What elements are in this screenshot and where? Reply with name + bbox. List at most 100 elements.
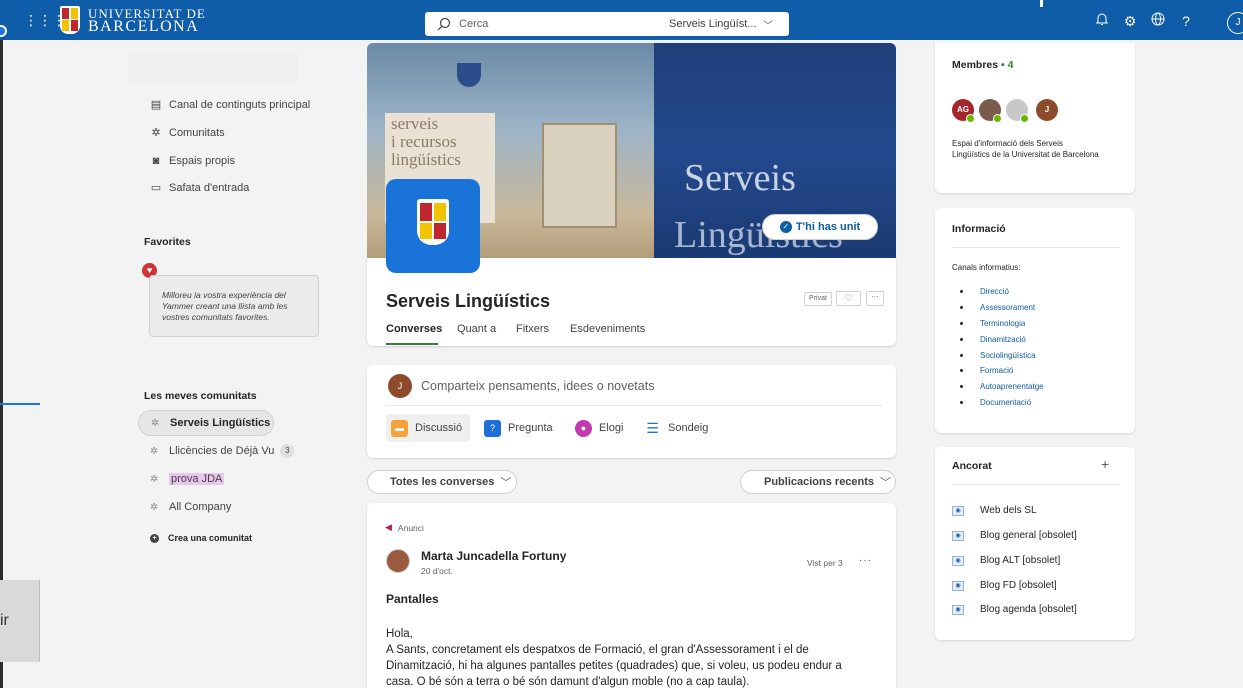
composer-input[interactable]: Comparteix pensaments, idees o novetats (421, 379, 654, 393)
info-link[interactable]: Formació (960, 363, 1044, 379)
members-title[interactable]: Membres • 4 (952, 59, 1013, 71)
pinned-title: Ancorat (952, 460, 992, 472)
member-avatar[interactable]: J (1036, 99, 1058, 121)
type-label: Elogi (599, 422, 624, 434)
pinned-item[interactable]: ◉ Blog FD [obsolet] (952, 580, 1057, 591)
cover-banner-text: serveis i recursos lingüístics (391, 114, 461, 169)
left-edge-panel: ir (0, 580, 40, 662)
add-pin-button[interactable]: + (1101, 456, 1109, 472)
search-scope[interactable]: Serveis Lingüíst... (669, 18, 756, 30)
header-actions: ⚙ ? (1088, 12, 1200, 30)
left-edge-line (0, 403, 40, 405)
presence-dot (993, 114, 1002, 123)
info-link[interactable]: Autoaprenentatge (960, 379, 1044, 395)
create-community-button[interactable]: + Crea una comunitat (150, 533, 252, 543)
community-label: All Company (169, 501, 232, 513)
sort-dropdown[interactable]: Publicacions recents ﹀ (740, 470, 896, 494)
more-options-button[interactable]: ··· (866, 291, 884, 306)
tab-quant-a[interactable]: Quant a (457, 323, 496, 335)
presence-dot (1020, 114, 1029, 123)
cover-board (542, 123, 617, 228)
author-avatar[interactable] (386, 549, 410, 573)
logo-line2: BARCELONA (88, 18, 200, 35)
my-communities-title: Les meves comunitats (144, 390, 257, 402)
pinned-item-label: Blog ALT [obsolet] (980, 555, 1061, 566)
link-icon: ◉ (952, 580, 964, 591)
post-paragraph: casa. O bé són a terra o bé són damunt d… (386, 676, 750, 688)
favorites-title: Favorites (144, 236, 191, 248)
community-item-all-company[interactable]: ✲ All Company (138, 494, 231, 520)
link-icon: ◉ (952, 604, 964, 615)
search-input[interactable]: Cerca (459, 18, 488, 30)
type-praise-button[interactable]: ● Elogi (575, 414, 623, 442)
community-item-llicencies[interactable]: ✲ Llicències de Déjà Vu 3 (138, 438, 295, 464)
active-tab-indicator (386, 343, 438, 345)
help-icon[interactable]: ? (1172, 12, 1200, 30)
cover-b-logo (457, 63, 481, 87)
info-link[interactable]: Assessorament (960, 300, 1044, 316)
announcement-label: Anunci (397, 522, 424, 533)
create-community-label: Crea una comunitat (168, 533, 253, 543)
info-link[interactable]: Documentació (960, 395, 1044, 411)
nav-item-communities[interactable]: ✲ Comunitats (150, 127, 225, 139)
type-question-button[interactable]: ? Pregunta (484, 414, 553, 442)
nav-item-inbox[interactable]: ▭ Safata d'entrada (150, 182, 250, 194)
communities-icon: ✲ (151, 127, 161, 139)
pinned-item[interactable]: ◉ Blog ALT [obsolet] (952, 555, 1060, 566)
user-avatar[interactable]: J (1227, 12, 1243, 34)
top-divider (1040, 0, 1043, 7)
members-count: 4 (1007, 59, 1014, 71)
app-launcher-icon[interactable]: ⋮⋮⋮ (24, 12, 66, 28)
post-author[interactable]: Marta Juncadella Fortuny (421, 549, 566, 563)
check-icon: ✓ (779, 221, 792, 233)
post-date[interactable]: 20 d'oct. (421, 566, 453, 576)
nav-item-label: Comunitats (169, 127, 225, 139)
university-logo[interactable]: UNIVERSITAT DE BARCELONA (60, 6, 206, 35)
search-icon (437, 17, 451, 31)
shield-icon (60, 6, 80, 34)
favorites-hint: Milloreu la vostra experiència del Yamme… (149, 275, 319, 337)
inbox-icon: ▭ (150, 182, 162, 194)
info-link[interactable]: Dinamització (960, 331, 1044, 347)
plus-icon: + (150, 533, 159, 543)
joined-button[interactable]: ✓ T'hi has unit (762, 214, 878, 240)
nav-item-main-feed[interactable]: ▤ Canal de continguts principal (150, 99, 310, 111)
post-paragraph: Dinamització, hi ha algunes pantalles pe… (386, 660, 842, 672)
search-box[interactable]: Cerca Serveis Lingüíst... ﹀ (425, 12, 789, 36)
seen-by[interactable]: Vist per 3 (807, 558, 843, 568)
chevron-down-icon[interactable]: ﹀ (763, 17, 773, 32)
type-label: Pregunta (508, 422, 553, 434)
nav-item-label: Canal de continguts principal (169, 99, 311, 111)
cover-text-line1: Serveis (684, 157, 796, 199)
community-label: Llicències de Déjà Vu (169, 445, 275, 457)
pinned-item[interactable]: ◉ Blog general [obsolet] (952, 530, 1077, 541)
community-item-prova[interactable]: ✲ prova JDA (138, 466, 225, 492)
info-link[interactable]: Terminologia (960, 316, 1044, 332)
info-divider (952, 247, 1120, 248)
pinned-item[interactable]: ◉ Blog agenda [obsolet] (952, 604, 1077, 615)
tab-esdeveniments[interactable]: Esdeveniments (570, 323, 645, 335)
info-links: Direcció Assessorament Terminologia Dina… (960, 284, 1044, 410)
type-poll-button[interactable]: ☰ Sondeig (644, 414, 708, 442)
left-edge-text: ir (0, 612, 9, 629)
type-discussion-button[interactable]: ▬ Discussió (386, 414, 471, 442)
nav-item-storyline[interactable]: ◙ Espais propis (150, 155, 235, 167)
conversation-filter-dropdown[interactable]: Totes les converses ﹀ (367, 470, 517, 494)
gear-icon[interactable]: ⚙ (1116, 12, 1144, 30)
community-item-serveis[interactable]: ✲ Serveis Lingüístics (138, 410, 274, 436)
globe-icon[interactable] (1144, 12, 1172, 30)
tab-fitxers[interactable]: Fitxers (516, 323, 549, 335)
pinned-item-label: Blog agenda [obsolet] (980, 604, 1077, 615)
info-link[interactable]: Sociolingüística (960, 347, 1044, 363)
pinned-item-label: Web dels SL (980, 505, 1037, 516)
favorite-button[interactable]: ♡ (836, 291, 861, 306)
bell-icon[interactable] (1088, 12, 1116, 30)
pinned-item[interactable]: ◉ Web dels SL (952, 505, 1037, 516)
pinned-item-label: Blog general [obsolet] (980, 530, 1077, 541)
info-link[interactable]: Direcció (960, 284, 1044, 300)
praise-icon: ● (575, 419, 592, 437)
post-more-icon[interactable]: ··· (859, 555, 872, 566)
tab-converses[interactable]: Converses (386, 323, 442, 335)
logo-text: UNIVERSITAT DE BARCELONA (88, 7, 206, 35)
question-icon: ? (484, 419, 501, 437)
